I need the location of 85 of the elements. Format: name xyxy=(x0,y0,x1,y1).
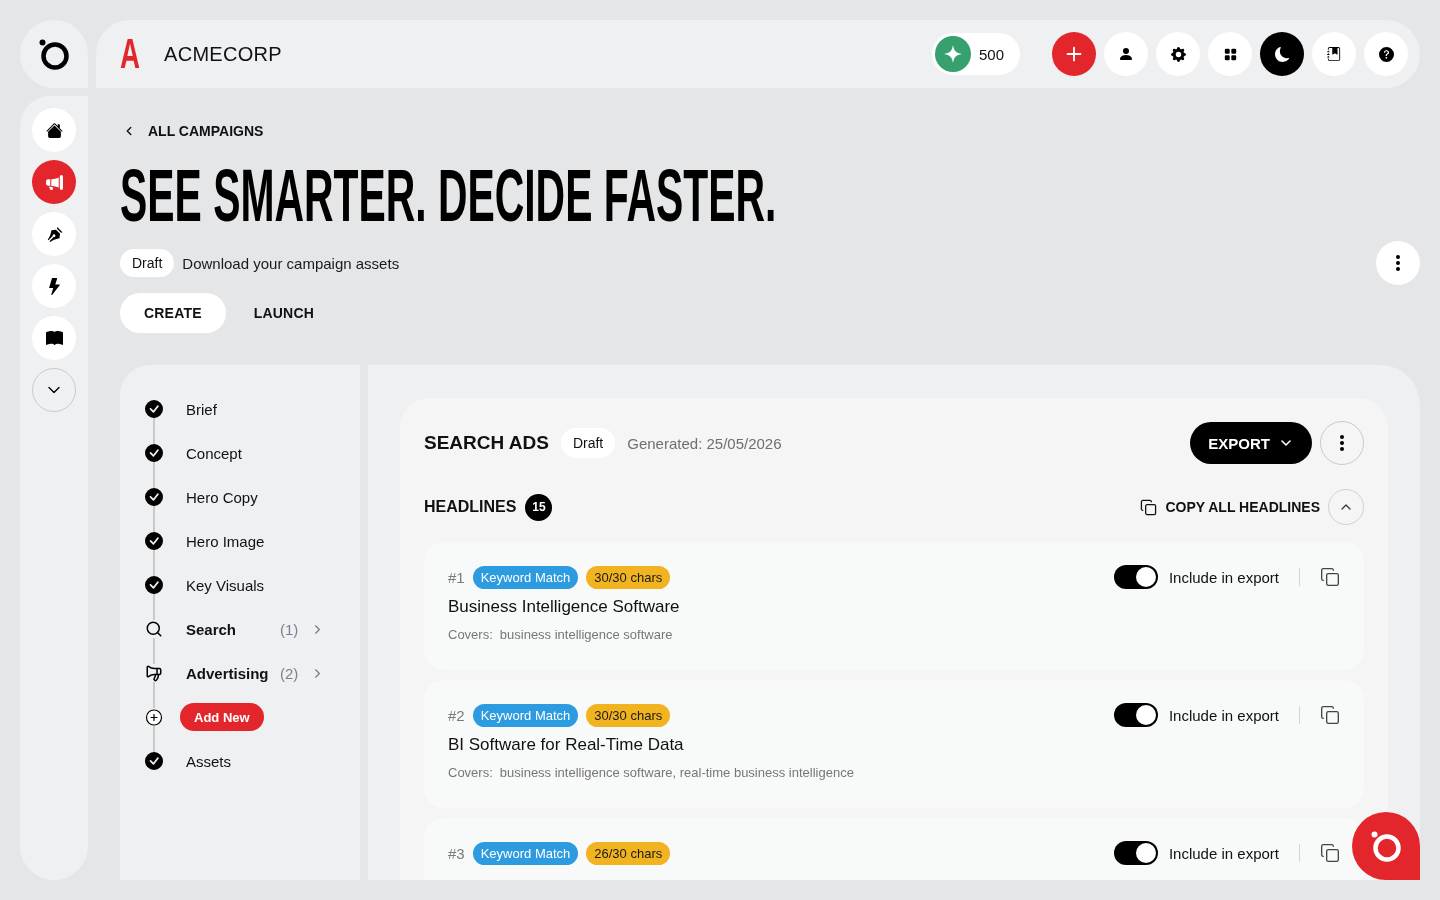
copy-button[interactable] xyxy=(1320,843,1340,863)
step-count: (2) xyxy=(280,664,299,682)
headline-count-badge: 15 xyxy=(525,493,553,521)
page-subtitle: Download your campaign assets xyxy=(182,254,400,272)
covers-label: Covers: xyxy=(448,626,493,643)
step-label[interactable]: Brief xyxy=(186,400,217,418)
megaphone-icon xyxy=(45,173,63,191)
add-new-button[interactable]: Add New xyxy=(180,703,264,731)
headline-text: Business Intelligence Software xyxy=(448,596,681,618)
megaphone-icon xyxy=(145,663,163,683)
headline-text: BI Software for Real-Time Data xyxy=(448,734,685,756)
credits-count: 500 xyxy=(978,45,1004,63)
status-badge: Draft xyxy=(560,428,616,458)
include-toggle[interactable] xyxy=(1113,565,1158,589)
include-label: Include in export xyxy=(1168,844,1279,862)
char-count-tag: 26/30 chars xyxy=(586,841,671,865)
step-count: (1) xyxy=(280,620,299,638)
sidebar-nav-button[interactable] xyxy=(32,108,76,152)
sidebar-nav-button[interactable] xyxy=(32,212,76,256)
home-icon xyxy=(45,121,63,139)
copy-button[interactable] xyxy=(1320,567,1340,587)
match-tag: Keyword Match xyxy=(472,841,579,865)
step-label[interactable]: Assets xyxy=(186,752,231,770)
theme-button[interactable] xyxy=(1260,32,1304,76)
covers-text: business intelligence software, real-time business intelligence xyxy=(499,764,854,781)
include-toggle[interactable] xyxy=(1113,841,1158,865)
covers-label: Covers: xyxy=(448,764,493,781)
step-label[interactable]: Advertising xyxy=(186,664,280,682)
export-button[interactable]: EXPORT xyxy=(1190,422,1312,464)
match-tag: Keyword Match xyxy=(472,565,579,589)
apps-button[interactable] xyxy=(1208,32,1252,76)
settings-button[interactable] xyxy=(1156,32,1200,76)
headlines-title: HEADLINES xyxy=(424,498,517,516)
ring-logo-icon xyxy=(39,38,69,70)
more-icon xyxy=(1340,435,1344,451)
brand-name: ACMECORP xyxy=(164,42,282,66)
copy-icon xyxy=(1140,498,1158,516)
headline-number: #1 xyxy=(448,568,465,586)
tab[interactable]: LAUNCH xyxy=(229,293,339,333)
sparkle-icon xyxy=(934,36,971,72)
card-title: SEARCH ADS xyxy=(424,432,549,454)
headline-number: #3 xyxy=(448,844,465,862)
ring-logo-icon xyxy=(1371,830,1401,862)
help-icon xyxy=(1378,46,1394,62)
status-badge: Draft xyxy=(120,249,175,277)
open-book-icon xyxy=(45,329,63,347)
grid-icon xyxy=(1223,47,1237,61)
tab[interactable]: CREATE xyxy=(120,293,226,333)
covers-text: business intelligence software xyxy=(499,626,673,643)
back-link[interactable]: ALL CAMPAIGNS xyxy=(120,122,264,140)
copy-icon xyxy=(1320,705,1340,725)
docs-button[interactable] xyxy=(1312,32,1356,76)
brand-logo: A xyxy=(120,33,140,75)
more-icon xyxy=(1396,255,1400,271)
book-icon xyxy=(1327,47,1341,61)
include-label: Include in export xyxy=(1168,706,1279,724)
copy-icon xyxy=(1320,567,1340,587)
step-label[interactable]: Concept xyxy=(186,444,242,462)
help-button[interactable] xyxy=(1364,32,1408,76)
step-label[interactable]: Search xyxy=(186,620,280,638)
add-button[interactable] xyxy=(1052,32,1096,76)
headline-number: #2 xyxy=(448,706,465,724)
search-icon xyxy=(145,619,163,639)
moon-icon xyxy=(1274,46,1290,62)
include-toggle[interactable] xyxy=(1113,703,1158,727)
step-label[interactable]: Hero Copy xyxy=(186,488,258,506)
pen-nib-icon xyxy=(45,225,63,243)
back-link-label[interactable]: ALL CAMPAIGNS xyxy=(148,123,264,139)
page-title: SEE SMARTER. DECIDE FASTER. xyxy=(120,158,777,233)
person-icon xyxy=(1118,46,1134,62)
plus-circle-icon xyxy=(145,706,163,728)
settings-icon xyxy=(1170,46,1186,62)
step-label[interactable]: Hero Image xyxy=(186,532,265,550)
char-count-tag: 30/30 chars xyxy=(586,703,671,727)
copy-icon xyxy=(1320,843,1340,863)
copy-button[interactable] xyxy=(1320,705,1340,725)
copy-all-button[interactable]: COPY ALL HEADLINES xyxy=(1140,498,1320,516)
step-label[interactable]: Key Visuals xyxy=(186,576,265,594)
profile-button[interactable] xyxy=(1104,32,1148,76)
match-tag: Keyword Match xyxy=(472,703,579,727)
generated-date: Generated: 25/05/2026 xyxy=(627,434,782,452)
sidebar-nav-button[interactable] xyxy=(32,316,76,360)
include-label: Include in export xyxy=(1168,568,1279,586)
char-count-tag: 30/30 chars xyxy=(586,565,671,589)
sidebar-nav-button[interactable] xyxy=(32,264,76,308)
